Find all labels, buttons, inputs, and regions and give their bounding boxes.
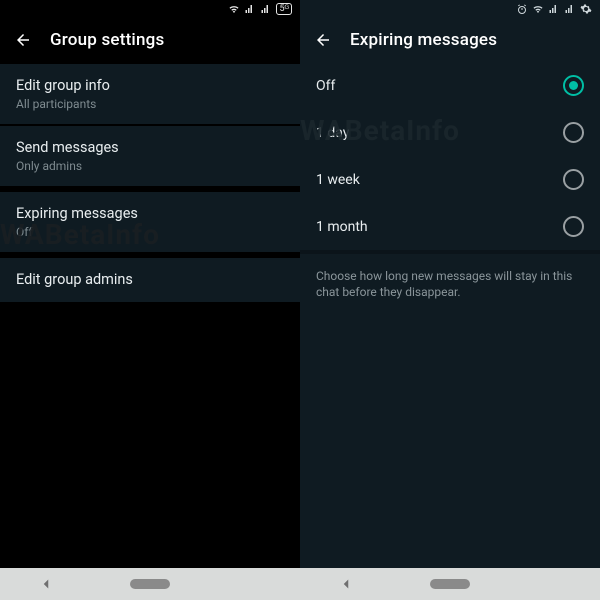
setting-value: Off [16,225,284,239]
wifi-icon [228,3,240,15]
status-bar: 5ᴳ [0,0,300,18]
option-label: 1 day [316,125,349,141]
signal-icon [564,3,576,15]
5g-badge: 5ᴳ [276,3,292,15]
page-title: Expiring messages [350,30,497,50]
app-bar: Expiring messages [300,18,600,62]
wifi-icon [532,3,544,15]
content-area: WABetaInfo Edit group info All participa… [0,62,300,568]
setting-send-messages[interactable]: Send messages Only admins [0,126,300,186]
pane-expiring-messages: Expiring messages WABetaInfo Off 1 day 1… [300,0,600,600]
setting-value: All participants [16,97,284,111]
nav-back-icon[interactable] [37,575,55,593]
status-bar [300,0,600,18]
option-label: 1 month [316,219,368,235]
option-1-day[interactable]: 1 day [300,109,600,156]
radio-button[interactable] [563,169,584,190]
setting-label: Edit group admins [16,271,284,289]
content-area: WABetaInfo Off 1 day 1 week 1 month Choo… [300,62,600,568]
nav-home-pill[interactable] [130,579,170,589]
settings-icon [580,3,592,15]
radio-button[interactable] [563,122,584,143]
option-off[interactable]: Off [300,62,600,109]
radio-button[interactable] [563,216,584,237]
android-nav-bar [300,568,600,600]
nav-home-pill[interactable] [430,579,470,589]
arrow-left-icon [14,31,32,49]
signal-icon [244,3,256,15]
android-nav-bar [0,568,300,600]
option-label: 1 week [316,172,360,188]
option-1-month[interactable]: 1 month [300,203,600,250]
option-1-week[interactable]: 1 week [300,156,600,203]
setting-label: Send messages [16,139,284,157]
arrow-left-icon [314,31,332,49]
setting-label: Expiring messages [16,205,284,223]
signal-icon [548,3,560,15]
setting-edit-group-admins[interactable]: Edit group admins [0,258,300,302]
page-title: Group settings [50,30,164,50]
option-label: Off [316,78,335,94]
radio-button[interactable] [563,75,584,96]
setting-value: Only admins [16,159,284,173]
back-button[interactable] [314,31,332,49]
nav-back-icon[interactable] [337,575,355,593]
setting-expiring-messages[interactable]: Expiring messages Off [0,192,300,252]
back-button[interactable] [14,31,32,49]
setting-edit-group-info[interactable]: Edit group info All participants [0,64,300,124]
setting-label: Edit group info [16,77,284,95]
alarm-icon [516,3,528,15]
pane-group-settings: 5ᴳ Group settings WABetaInfo Edit group … [0,0,300,600]
app-bar: Group settings [0,18,300,62]
signal-icon [260,3,272,15]
footer-help-text: Choose how long new messages will stay i… [300,254,600,300]
